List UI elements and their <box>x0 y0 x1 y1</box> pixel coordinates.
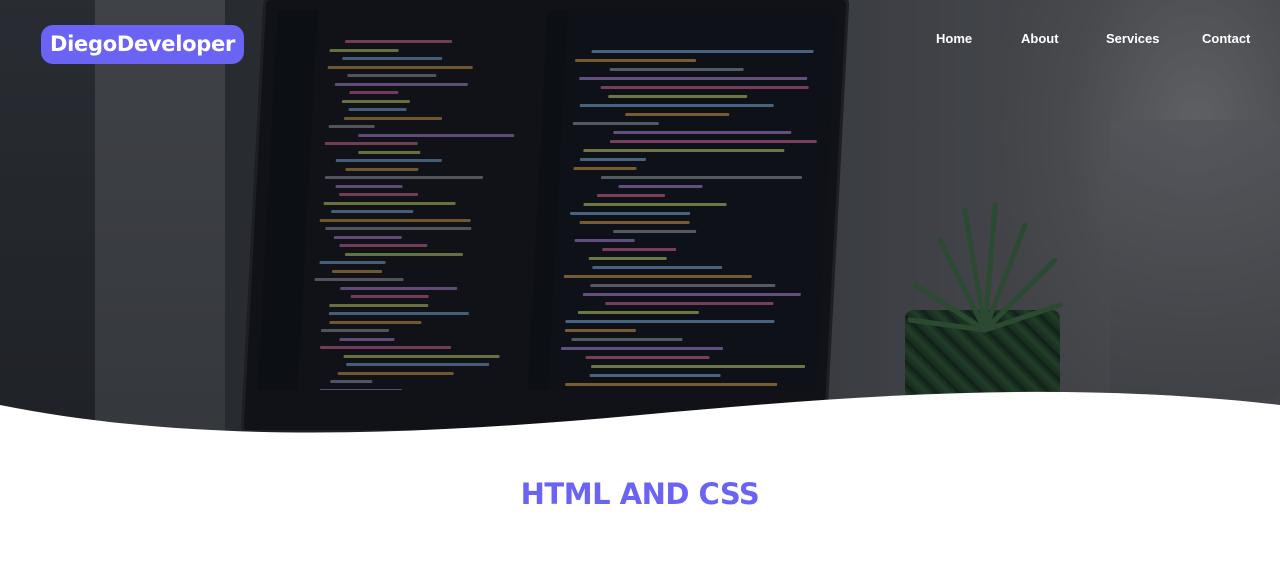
hero-wave-divider <box>0 391 1280 440</box>
nav-link-about[interactable]: About <box>1021 29 1059 49</box>
nav-link-home[interactable]: Home <box>936 29 972 49</box>
site-logo[interactable]: DiegoDeveloper <box>41 25 244 64</box>
hero-overlay <box>0 0 1280 440</box>
hero-banner <box>0 0 1280 440</box>
section-title: HTML AND CSS <box>520 477 760 511</box>
nav-link-services[interactable]: Services <box>1106 29 1160 49</box>
nav-link-contact[interactable]: Contact <box>1202 29 1250 49</box>
